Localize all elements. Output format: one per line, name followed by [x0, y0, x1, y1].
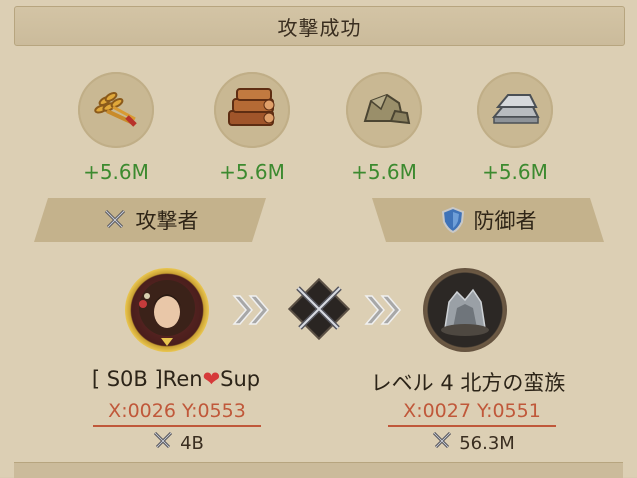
attacker-label: 攻撃者 — [135, 209, 199, 233]
attacker-coords[interactable]: X:0026 Y:0553 — [82, 400, 272, 422]
chevron-right-icon — [230, 290, 274, 334]
defender-avatar[interactable] — [423, 268, 507, 352]
battle-swords-icon — [286, 276, 352, 346]
attacker-name-suffix: Sup — [220, 367, 261, 391]
food-amount: +5.6M — [83, 160, 149, 184]
wood-logs-icon — [214, 72, 290, 148]
defender-power: 56.3M — [393, 430, 553, 457]
attacker-avatar[interactable] — [125, 268, 209, 352]
defender-power-value: 56.3M — [459, 433, 515, 454]
crossed-swords-icon — [431, 430, 459, 457]
iron-amount: +5.6M — [482, 160, 548, 184]
defender-label: 防御者 — [473, 209, 537, 233]
next-section-bar — [14, 462, 623, 478]
report-title: 攻撃成功 — [277, 15, 362, 40]
attacker-coords-underline — [93, 425, 261, 427]
attacker-ribbon: 攻撃者 — [34, 198, 266, 242]
crossed-swords-icon — [102, 207, 128, 233]
attacker-power-value: 4B — [180, 433, 204, 454]
defender-ribbon: 防御者 — [372, 198, 604, 242]
attacker-power: 4B — [98, 430, 258, 457]
title-bar: 攻撃成功 — [14, 6, 625, 46]
battle-report-panel: 攻撃成功 +5.6M +5.6M +5.6M +5.6M 攻撃者 防御者 [S… — [0, 0, 637, 478]
attacker-name-prefix: [ S0B ]Ren — [91, 367, 203, 391]
defender-name: レベル 4 北方の蛮族 — [370, 371, 566, 395]
chevron-right-icon — [362, 290, 406, 334]
stone-amount: +5.6M — [351, 160, 417, 184]
defender-coords-underline — [388, 425, 556, 427]
heart-icon: ❤ — [202, 367, 221, 391]
crossed-swords-icon — [152, 430, 180, 457]
stone-icon — [346, 72, 422, 148]
attacker-name: [ S0B ]Ren❤Sup — [26, 367, 326, 391]
wood-amount: +5.6M — [219, 160, 285, 184]
shield-icon — [440, 206, 466, 234]
wheat-icon — [78, 72, 154, 148]
iron-ingot-icon — [477, 72, 553, 148]
defender-coords[interactable]: X:0027 Y:0551 — [377, 400, 567, 422]
